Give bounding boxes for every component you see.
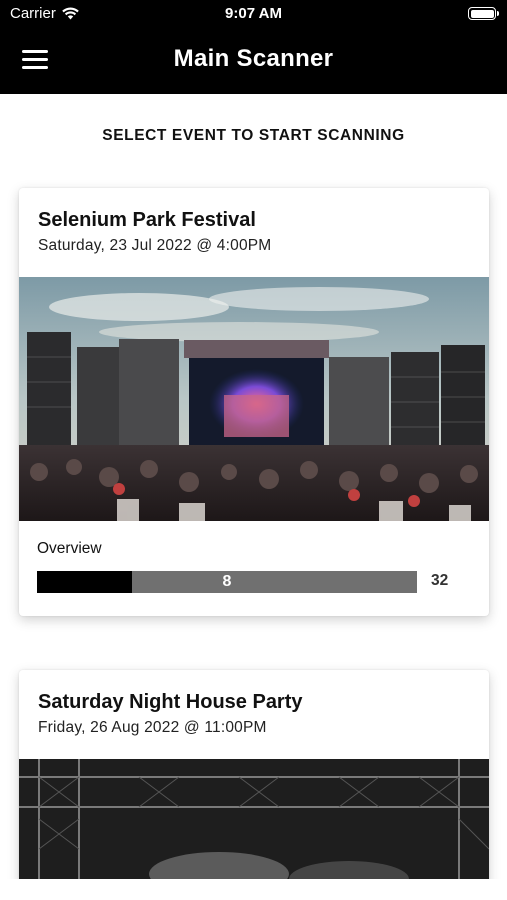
event-date: Saturday, 23 Jul 2022 @ 4:00PM <box>38 237 272 254</box>
top-bar: Carrier 9:07 AM Main Scanner <box>0 0 507 94</box>
total-count: 32 <box>431 572 449 589</box>
event-date: Friday, 26 Aug 2022 @ 11:00PM <box>38 719 267 736</box>
concert-crowd-photo <box>19 277 489 521</box>
battery-full-icon <box>468 7 499 20</box>
section-heading: SELECT EVENT TO START SCANNING <box>102 127 405 144</box>
overview-label: Overview <box>37 540 102 557</box>
bottom-edge <box>0 879 507 900</box>
navigation-bar: Main Scanner <box>0 36 507 82</box>
status-bar: Carrier 9:07 AM <box>0 0 507 28</box>
dark-stage-truss-photo <box>19 759 489 889</box>
scan-progress-bar: 8 <box>37 571 417 593</box>
status-time: 9:07 AM <box>225 5 282 22</box>
event-card[interactable]: Selenium Park Festival Saturday, 23 Jul … <box>19 188 489 616</box>
event-title: Saturday Night House Party <box>38 691 303 713</box>
scanned-count: 8 <box>222 573 232 590</box>
event-card[interactable]: Saturday Night House Party Friday, 26 Au… <box>19 670 489 900</box>
page-title: Main Scanner <box>173 45 334 72</box>
event-title: Selenium Park Festival <box>38 209 256 231</box>
